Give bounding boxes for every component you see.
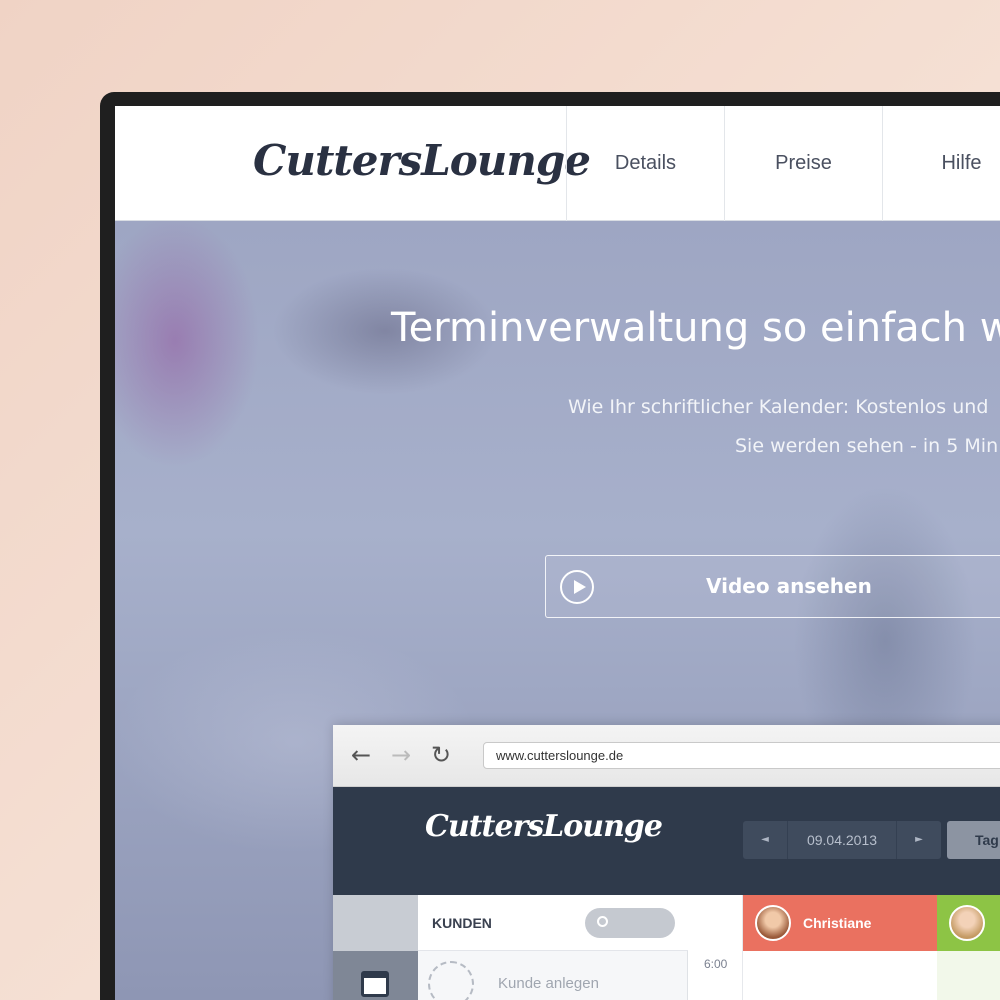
calendar-icon <box>361 971 389 997</box>
hero-subtitle-line2: Sie werden sehen - in 5 Min <box>735 435 999 457</box>
main-nav: Details Preise Hilfe <box>566 106 1000 221</box>
time-label: 6:00 <box>704 957 728 971</box>
customers-panel: KUNDEN Kunde anlegen <box>418 895 688 1000</box>
hero-title: Terminverwaltung so einfach wi <box>391 305 1000 351</box>
customers-label: KUNDEN <box>432 915 492 931</box>
customer-search <box>585 908 675 938</box>
video-button-label: Video ansehen <box>706 574 872 598</box>
add-customer-label: Kunde anlegen <box>498 975 599 992</box>
date-control: ◄ 09.04.2013 ► <box>743 821 941 859</box>
app-header: CuttersLounge ◄ 09.04.2013 ► Tag <box>333 787 1000 895</box>
customers-header: KUNDEN <box>418 895 688 951</box>
date-value: 09.04.2013 <box>787 821 897 859</box>
site-logo[interactable]: CuttersLounge <box>253 126 591 196</box>
hero-subtitle-line1: Wie Ihr schriftlicher Kalender: Kostenlo… <box>568 396 989 418</box>
reload-icon: ↻ <box>430 741 452 769</box>
back-arrow-icon: ← <box>350 741 372 769</box>
next-date-icon: ► <box>915 834 923 845</box>
staff-avatar <box>949 905 985 941</box>
staff-name: Christiane <box>803 915 872 931</box>
nav-item-preise[interactable]: Preise <box>724 106 882 221</box>
forward-arrow-icon: → <box>390 741 412 769</box>
browser-mockup: ← → ↻ www.cutterslounge.de CuttersLounge… <box>333 725 1000 1000</box>
calendar-column <box>937 951 1000 1000</box>
staff-avatar <box>755 905 791 941</box>
staff-column-header: Christiane <box>743 895 937 951</box>
search-icon <box>597 916 608 927</box>
mockup-url-bar: www.cutterslounge.de <box>483 742 1000 769</box>
day-view-button: Tag <box>947 821 1000 859</box>
screen: CuttersLounge Details Preise Hilfe Termi… <box>115 106 1000 1000</box>
mockup-toolbar: ← → ↻ www.cutterslounge.de <box>333 725 1000 787</box>
add-user-icon <box>428 961 474 1000</box>
hero-section: Terminverwaltung so einfach wi Wie Ihr s… <box>115 221 1000 1000</box>
calendar-column <box>743 951 937 1000</box>
add-customer-row: Kunde anlegen <box>428 961 678 1000</box>
nav-item-details[interactable]: Details <box>566 106 724 221</box>
site-header: CuttersLounge Details Preise Hilfe <box>115 106 1000 221</box>
app-sidebar <box>333 895 418 1000</box>
prev-date-icon: ◄ <box>761 834 769 845</box>
app-logo: CuttersLounge <box>425 809 663 844</box>
play-icon <box>560 570 594 604</box>
staff-column-header <box>937 895 1000 951</box>
nav-item-hilfe[interactable]: Hilfe <box>882 106 1000 221</box>
video-button[interactable]: Video ansehen <box>545 555 1000 618</box>
time-column: 6:00 <box>688 895 743 1000</box>
